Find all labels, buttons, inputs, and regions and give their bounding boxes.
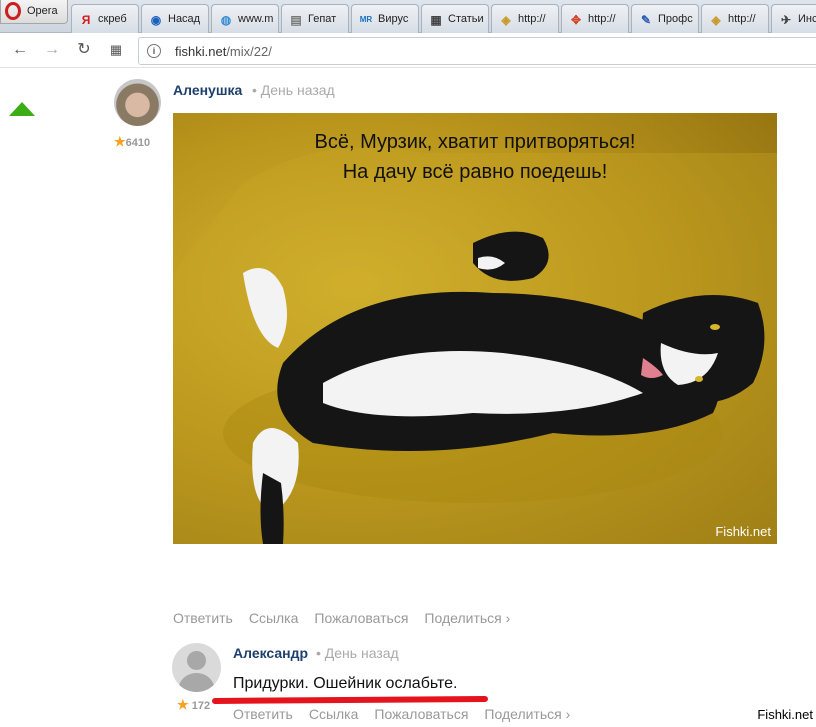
- mr-icon: MR: [359, 15, 373, 24]
- report-link[interactable]: Пожаловаться: [374, 706, 468, 722]
- opera-logo-icon: [5, 2, 21, 20]
- tab-title: Гепат: [308, 13, 337, 25]
- corner-watermark: Fishki.net: [757, 707, 813, 722]
- post-rating-value: 6410: [125, 137, 151, 149]
- caption-line-2: На дачу всё равно поедешь!: [342, 161, 608, 183]
- url-path: /mix/22/: [226, 44, 272, 59]
- reply-rating: ★ 172: [177, 697, 210, 713]
- site-info-icon[interactable]: i: [147, 44, 161, 58]
- share-link[interactable]: Поделиться ›: [424, 610, 510, 626]
- reply-actions: Ответить Ссылка Пожаловаться Поделиться ›: [233, 706, 586, 722]
- reply-rating-value: 172: [191, 700, 211, 712]
- default-avatar[interactable]: [172, 643, 221, 692]
- satellite-icon: ✈: [780, 13, 792, 27]
- back-arrow-icon[interactable]: ←: [10, 40, 30, 60]
- permalink-link[interactable]: Ссылка: [309, 706, 359, 722]
- browser-tab[interactable]: Яскреб: [71, 4, 139, 33]
- tab-title: Вирус: [378, 13, 409, 25]
- browser-tab[interactable]: ◈ http://: [491, 4, 559, 33]
- reply-link[interactable]: Ответить: [233, 706, 293, 722]
- share-link[interactable]: Поделиться ›: [484, 706, 570, 722]
- post-author[interactable]: Аленушка: [173, 82, 242, 98]
- tab-title: Насад: [168, 13, 201, 25]
- globe-icon: ◍: [220, 13, 232, 27]
- tab-title: www.m: [238, 13, 274, 25]
- tab-bar: Opera Яскреб ◉ Насад ◍ www.m ▤ Гепат MR Вирус ▦ Ст…: [0, 0, 816, 33]
- reply-text: Придурки. Ошейник ослабьте.: [233, 675, 458, 692]
- speed-dial-grid-icon[interactable]: ▦: [106, 40, 126, 60]
- tab-title: скреб: [98, 13, 127, 25]
- pen-icon: ✎: [640, 13, 652, 27]
- red-highlight-underline: [211, 696, 489, 704]
- reply-author[interactable]: Александр: [233, 645, 308, 661]
- star-icon: ★: [177, 697, 189, 712]
- reply-link[interactable]: Ответить: [173, 610, 233, 626]
- url-text[interactable]: fishki.net/mix/22/: [175, 44, 272, 59]
- browser-tab[interactable]: ◉ Насад: [141, 4, 209, 33]
- browser-tab[interactable]: MR Вирус: [351, 4, 419, 33]
- opera-menu-label: Opera: [27, 5, 58, 17]
- forward-arrow-icon[interactable]: →: [42, 40, 62, 60]
- user-silhouette-icon: [187, 651, 206, 670]
- browser-tab[interactable]: ✎ Профс: [631, 4, 699, 33]
- browser-tab[interactable]: ▦ Статьи: [421, 4, 489, 33]
- browser-tab[interactable]: ◈ http://: [701, 4, 769, 33]
- yandex-icon: Я: [81, 13, 91, 27]
- post-time: • День назад: [252, 82, 335, 98]
- report-link[interactable]: Пожаловаться: [314, 610, 408, 626]
- caption-line-1: Всё, Мурзик, хватит притворяться!: [314, 131, 636, 153]
- post-rating: ★6410: [114, 134, 150, 150]
- browser-tab[interactable]: ▤ Гепат: [281, 4, 349, 33]
- tab-title: http://: [518, 13, 546, 25]
- browser-tab[interactable]: ✥ http://: [561, 4, 629, 33]
- opera-menu-button[interactable]: Opera: [0, 0, 68, 24]
- permalink-link[interactable]: Ссылка: [249, 610, 299, 626]
- post-image[interactable]: Всё, Мурзик, хватит притворяться! На дач…: [173, 113, 777, 544]
- star-icon: ★: [114, 134, 126, 149]
- tab-title: Профс: [658, 13, 693, 25]
- package-icon: ◈: [711, 13, 721, 27]
- tab-title: http://: [728, 13, 756, 25]
- post-actions: Ответить Ссылка Пожаловаться Поделиться ›: [173, 610, 526, 626]
- browser-tab[interactable]: ◍ www.m: [211, 4, 279, 33]
- document-icon: ▤: [290, 13, 302, 27]
- address-bar[interactable]: i fishki.net/mix/22/: [138, 37, 816, 65]
- tab-title: Статьи: [448, 13, 484, 25]
- tab-title: http://: [588, 13, 616, 25]
- tab-title: Инс: [798, 13, 816, 25]
- url-host: fishki.net: [175, 44, 227, 59]
- avatar[interactable]: [114, 79, 161, 126]
- upvote-arrow-icon[interactable]: [9, 102, 35, 116]
- navigation-toolbar: ← → ↻ ▦ i fishki.net/mix/22/: [0, 34, 816, 68]
- image-watermark: Fishki.net: [715, 524, 771, 539]
- user-silhouette-body: [178, 673, 215, 692]
- browser-tab[interactable]: ✈ Инс: [771, 4, 816, 33]
- circle-favicon-icon: ◉: [150, 13, 162, 27]
- book-icon: ▦: [430, 13, 442, 27]
- puzzle-icon: ✥: [570, 13, 582, 27]
- reload-icon[interactable]: ↻: [74, 40, 94, 60]
- reply-time: • День назад: [316, 645, 399, 661]
- package-icon: ◈: [501, 13, 511, 27]
